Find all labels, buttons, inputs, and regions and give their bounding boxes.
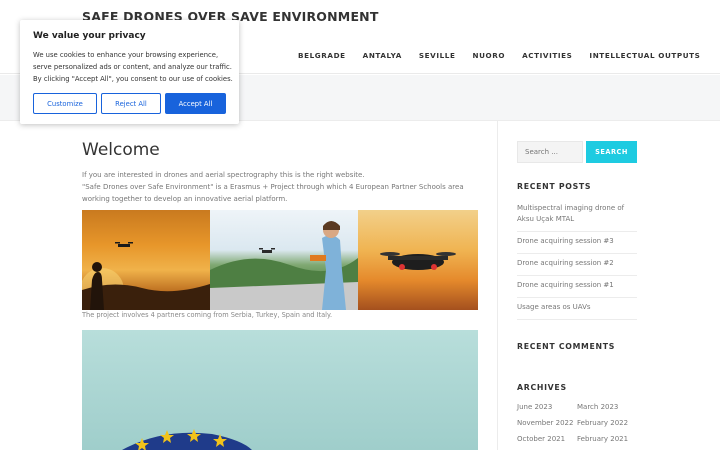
- nav-item-antalya[interactable]: ANTALYA: [363, 51, 402, 60]
- recent-post-link[interactable]: Multispectral imaging drone of Aksu Uçak…: [517, 199, 637, 232]
- erasmus-project-image: [82, 330, 478, 450]
- woman-flying-drone-photo: [210, 210, 358, 310]
- recent-posts-title: RECENT POSTS: [517, 182, 592, 191]
- reject-all-button[interactable]: Reject All: [101, 93, 161, 114]
- nav-item-activities[interactable]: ACTIVITIES: [522, 51, 572, 60]
- page-title: Welcome: [82, 140, 160, 160]
- collage-caption: The project involves 4 partners coming f…: [82, 311, 333, 319]
- archives-list: June 2023 March 2023 November 2022 Febru…: [517, 402, 647, 445]
- nav-item-seville[interactable]: SEVILLE: [419, 51, 456, 60]
- recent-posts-list: Multispectral imaging drone of Aksu Uçak…: [517, 199, 637, 320]
- drone-photo-collage: [82, 210, 478, 310]
- nav-item-nuoro[interactable]: NUORO: [472, 51, 505, 60]
- project-description: "Safe Drones over Safe Environment" is a…: [82, 183, 464, 203]
- nav-item-belgrade[interactable]: BELGRADE: [298, 51, 346, 60]
- archive-link[interactable]: February 2021: [577, 434, 637, 445]
- cookie-text: We use cookies to enhance your browsing …: [33, 51, 233, 83]
- search-input[interactable]: [517, 141, 583, 163]
- intro-text: If you are interested in drones and aeri…: [82, 171, 365, 179]
- nav-item-intellectual-outputs[interactable]: INTELLECTUAL OUTPUTS: [589, 51, 700, 60]
- recent-comments-title: RECENT COMMENTS: [517, 342, 616, 351]
- recent-post-link[interactable]: Usage areas os UAVs: [517, 298, 637, 320]
- cookie-title: We value your privacy: [33, 31, 146, 41]
- drone-closeup-photo: [358, 210, 478, 310]
- sidebar-divider: [497, 121, 498, 450]
- sunset-drone-photo: [82, 210, 210, 310]
- main-nav: BELGRADE ANTALYA SEVILLE NUORO ACTIVITIE…: [298, 51, 717, 60]
- recent-post-link[interactable]: Drone acquiring session #3: [517, 232, 637, 254]
- archive-link[interactable]: June 2023: [517, 402, 577, 413]
- recent-post-link[interactable]: Drone acquiring session #1: [517, 276, 637, 298]
- archive-link[interactable]: November 2022: [517, 418, 577, 429]
- archive-link[interactable]: February 2022: [577, 418, 637, 429]
- cookie-consent-dialog: We value your privacy We use cookies to …: [20, 20, 239, 124]
- archive-link[interactable]: October 2021: [517, 434, 577, 445]
- recent-post-link[interactable]: Drone acquiring session #2: [517, 254, 637, 276]
- search-button[interactable]: SEARCH: [586, 141, 637, 163]
- archive-link[interactable]: March 2023: [577, 402, 637, 413]
- accept-all-button[interactable]: Accept All: [165, 93, 226, 114]
- customize-button[interactable]: Customize: [33, 93, 97, 114]
- archives-title: ARCHIVES: [517, 383, 567, 392]
